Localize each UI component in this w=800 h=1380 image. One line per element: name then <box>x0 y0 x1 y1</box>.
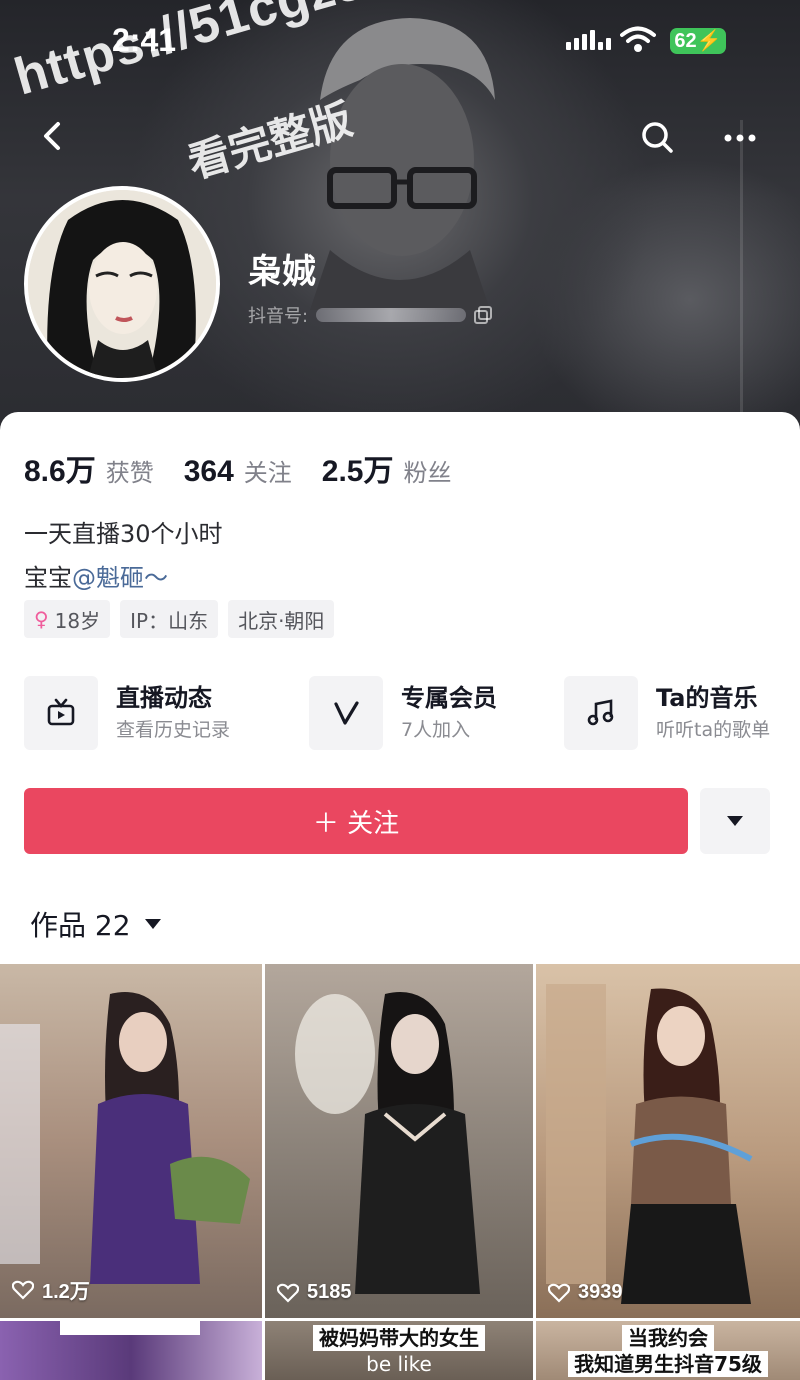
avatar-illustration <box>28 190 216 378</box>
douyin-id-row: 抖音号: <box>248 302 493 328</box>
likes-count: 5185 <box>307 1281 352 1303</box>
profile-stats: 8.6万 获赞 364 关注 2.5万 粉丝 <box>24 446 452 490</box>
stat-following[interactable]: 364 关注 <box>184 453 292 489</box>
video-thumbnail[interactable]: 5185 <box>265 964 533 1318</box>
stat-label: 粉丝 <box>403 459 452 487</box>
stat-value: 364 <box>183 455 234 488</box>
stat-value: 8.6万 <box>24 455 96 488</box>
douyin-id-label: 抖音号: <box>248 306 309 327</box>
caption-line-2: 我知道男生抖音75级 <box>568 1351 768 1377</box>
video-caption: 被妈妈带大的女生 be like <box>265 1325 533 1377</box>
stat-followers[interactable]: 2.5万 粉丝 <box>322 446 452 490</box>
female-icon: ♀ <box>34 607 49 631</box>
heart-icon <box>277 1283 299 1303</box>
feature-membership[interactable]: 专属会员 7人加入 <box>309 676 497 750</box>
v-icon <box>309 676 383 750</box>
caption-line-2: be like <box>366 1352 432 1376</box>
copy-icon[interactable] <box>474 306 493 324</box>
bio-mention-link[interactable]: @魁砸～ <box>72 564 168 592</box>
follow-label: ＋ 关注 <box>312 808 400 839</box>
wifi-icon <box>620 26 656 52</box>
works-tab-label: 作品 22 <box>30 909 131 942</box>
video-thumbnail[interactable]: 1.2万 <box>0 964 262 1318</box>
bio-line-1: 一天直播30个小时 <box>24 520 223 548</box>
stat-label: 获赞 <box>105 459 154 487</box>
tab-works[interactable]: 作品 22 <box>30 904 161 944</box>
video-likes: 1.2万 <box>12 1275 90 1304</box>
feature-subtitle: 7人加入 <box>401 719 471 741</box>
tv-icon <box>24 676 98 750</box>
feature-subtitle: 查看历史记录 <box>116 719 231 741</box>
tag-text: IP：山东 <box>130 608 209 633</box>
recommend-dropdown-button[interactable] <box>700 788 770 854</box>
watermark: https://51cgz8.com 看完整版 <box>0 0 520 200</box>
watermark-url: https://51cgz8.com <box>8 0 492 107</box>
profile-tags: ♀ 18岁 IP：山东 北京·朝阳 <box>24 600 335 638</box>
video-caption: 当我约会 我知道男生抖音75级 <box>536 1325 800 1377</box>
feature-title: 直播动态 <box>116 684 212 712</box>
watermark-text: 看完整版 <box>182 94 358 188</box>
video-thumbnail-image <box>295 992 480 1294</box>
caption-line-1: 被妈妈带大的女生 <box>313 1325 485 1351</box>
video-thumbnail[interactable]: 当我约会 我知道男生抖音75级 <box>536 1321 800 1380</box>
tag-text: 北京·朝阳 <box>238 608 325 633</box>
cellular-signal-icon <box>566 30 611 50</box>
battery-indicator: 62⚡ <box>670 28 726 54</box>
feature-entries: 直播动态 查看历史记录 专属会员 7人加入 Ta的音乐 听听ta的歌单 <box>24 676 794 750</box>
video-thumbnail-image <box>546 984 753 1304</box>
bio-line-2: 宝宝@魁砸～ <box>24 556 223 600</box>
stat-likes[interactable]: 8.6万 获赞 <box>24 446 154 490</box>
douyin-id-redacted <box>316 308 467 322</box>
music-note-icon <box>564 676 638 750</box>
search-icon[interactable] <box>634 114 682 162</box>
more-options-icon[interactable] <box>714 114 766 162</box>
profile-bio: 一天直播30个小时 宝宝@魁砸～ <box>24 512 223 600</box>
video-thumbnail-image <box>0 992 250 1284</box>
charging-icon: ⚡ <box>696 30 722 52</box>
stat-value: 2.5万 <box>321 455 394 488</box>
video-thumbnail[interactable]: 3939 <box>536 964 800 1318</box>
back-icon[interactable] <box>30 112 78 160</box>
heart-icon <box>548 1283 570 1303</box>
video-likes: 5185 <box>277 1281 352 1304</box>
tag-ip: IP：山东 <box>120 600 219 638</box>
video-thumbnail[interactable] <box>0 1321 262 1380</box>
works-grid: 1.2万 5185 3939 被妈妈带大的女生 be like 当我约会 我知道… <box>0 964 800 1380</box>
tag-text: 18岁 <box>54 608 101 633</box>
caption-line-1: 当我约会 <box>622 1325 714 1351</box>
tag-location: 北京·朝阳 <box>228 600 335 638</box>
feature-music[interactable]: Ta的音乐 听听ta的歌单 <box>564 676 770 750</box>
feature-subtitle: 听听ta的歌单 <box>656 719 771 741</box>
stat-label: 关注 <box>243 459 292 487</box>
avatar[interactable] <box>24 186 220 382</box>
heart-icon <box>12 1280 34 1300</box>
follow-button[interactable]: ＋ 关注 <box>24 788 688 854</box>
caret-down-icon <box>727 816 743 826</box>
tag-age: ♀ 18岁 <box>24 600 111 638</box>
bio-prefix: 宝宝 <box>24 564 72 592</box>
likes-count: 1.2万 <box>42 1281 90 1303</box>
profile-nickname: 枭娍 <box>248 252 316 292</box>
likes-count: 3939 <box>578 1281 623 1303</box>
feature-live-history[interactable]: 直播动态 查看历史记录 <box>24 676 230 750</box>
caption-strip <box>60 1321 200 1335</box>
video-likes: 3939 <box>548 1281 623 1304</box>
feature-title: Ta的音乐 <box>656 684 758 712</box>
feature-title: 专属会员 <box>401 684 497 712</box>
battery-level: 62 <box>674 30 697 52</box>
cover-divider <box>740 120 743 440</box>
caret-down-icon <box>144 919 161 929</box>
video-thumbnail[interactable]: 被妈妈带大的女生 be like <box>265 1321 533 1380</box>
